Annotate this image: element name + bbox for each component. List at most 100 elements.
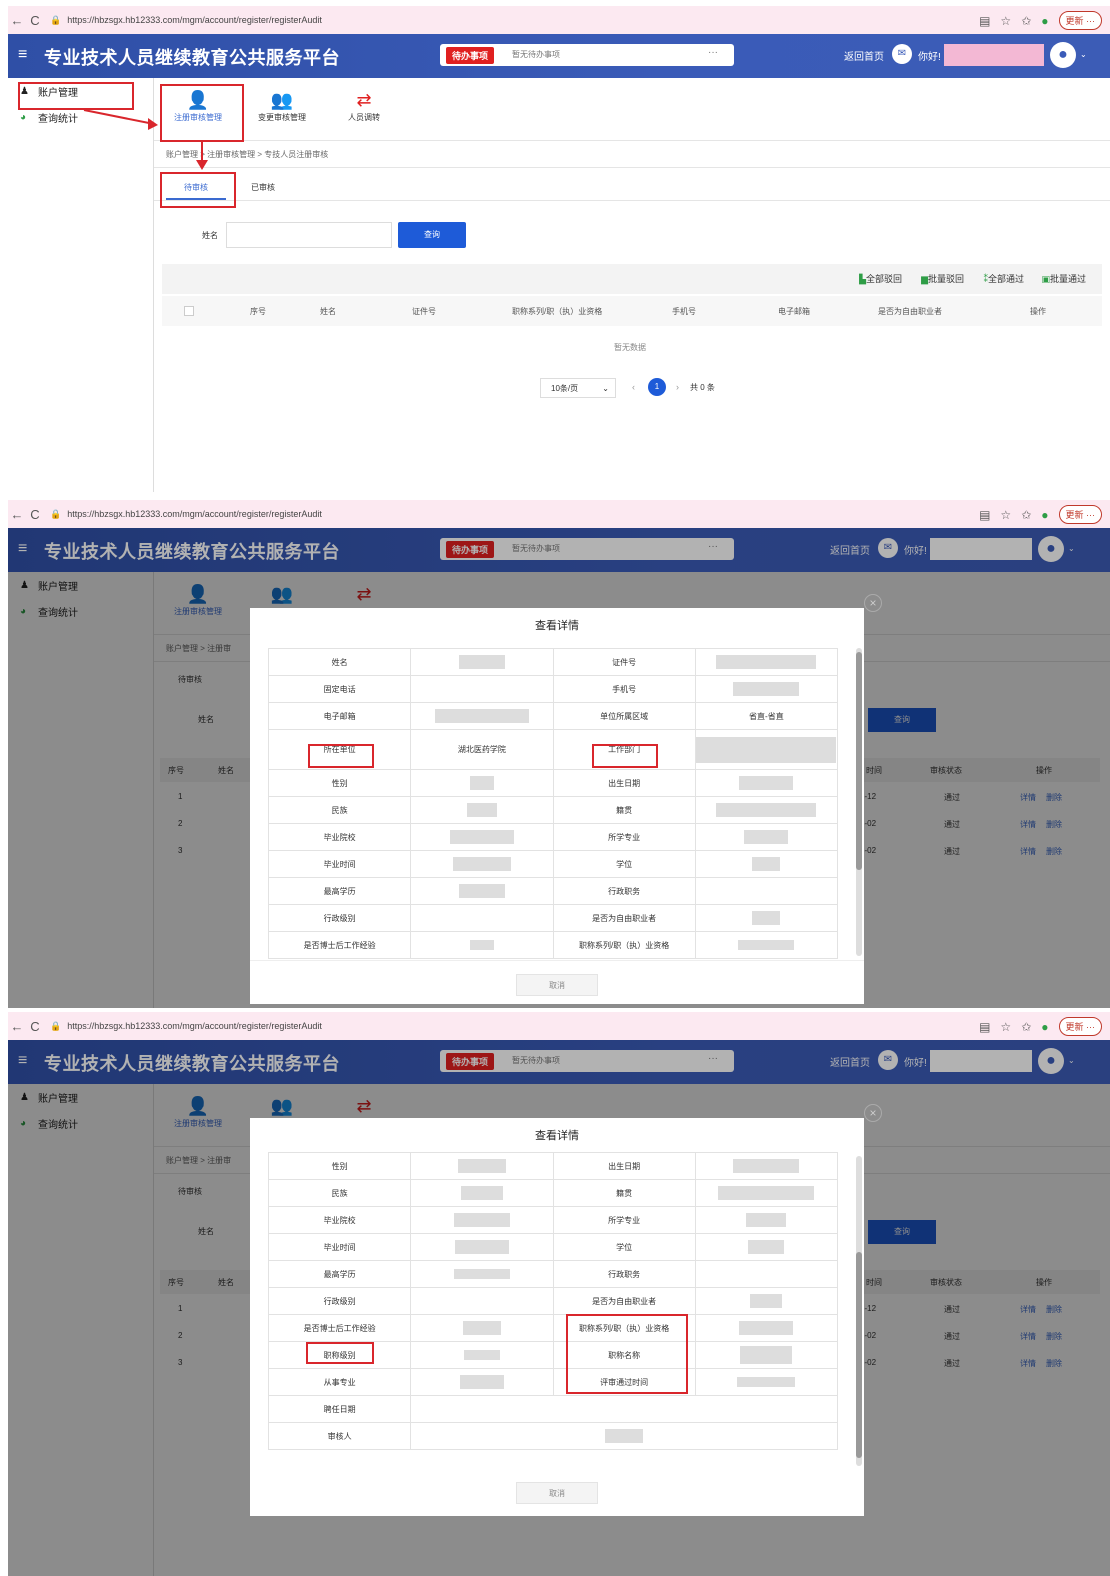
- breadcrumb: 账户管理 > 注册审核管理 > 专技人员注册审核: [154, 140, 1110, 168]
- todo-tag: 待办事项: [446, 1053, 495, 1070]
- table-row: 最高学历 行政职务: [267, 877, 839, 905]
- table-row: 毕业时间 学位: [267, 1233, 839, 1261]
- pass-all-button[interactable]: ⁑全部通过: [983, 272, 1024, 285]
- url-bar[interactable]: https://hbzsgx.hb12333.com/mgm/account/r…: [67, 1021, 322, 1031]
- reader-icon[interactable]: ▤: [979, 14, 990, 28]
- more-icon[interactable]: ···: [708, 541, 718, 552]
- table-row: 最高学历 行政职务: [267, 1260, 839, 1288]
- reload-icon[interactable]: C: [26, 1019, 44, 1034]
- todo-bar[interactable]: 待办事项 暂无待办事项 ···: [440, 44, 734, 66]
- star-icon[interactable]: ☆: [1000, 14, 1011, 28]
- username-redacted: [930, 538, 1032, 560]
- detail-table: 性别 出生日期 民族 籍贯 毕业院校 所学专业 毕业时间 学位 最高学历 行政职务 行政级…: [267, 1152, 839, 1450]
- chevron-down-icon[interactable]: ⌄: [1080, 50, 1087, 59]
- update-button[interactable]: 更新 ···: [1058, 1017, 1102, 1036]
- select-all-checkbox[interactable]: [184, 306, 194, 316]
- reject-batch-button[interactable]: ▆批量驳回: [921, 272, 964, 285]
- detail-table: 姓名 证件号 固定电话 手机号 电子邮箱 单位所属区域 省直-省直 所在单位 湖北医药学院…: [267, 648, 839, 959]
- table-row: 聘任日期: [267, 1395, 838, 1423]
- favorites-icon[interactable]: ✩: [1021, 1020, 1031, 1034]
- chevron-down-icon: ⌄: [602, 384, 609, 393]
- highlight-box: [592, 744, 658, 768]
- table-header: 序号 姓名 证件号 职称系列/职（执）业资格 手机号 电子邮箱 是否为自由职业者…: [162, 296, 1102, 326]
- back-icon[interactable]: ←: [8, 507, 26, 522]
- close-icon[interactable]: ×: [864, 594, 882, 612]
- menu-icon[interactable]: ≡: [18, 1052, 27, 1070]
- lock-icon: 🔒: [50, 508, 62, 519]
- avatar-icon[interactable]: ●: [1038, 536, 1064, 562]
- pass-batch-button[interactable]: ▣批量通过: [1041, 272, 1086, 285]
- col-seq: 序号: [250, 307, 266, 316]
- action-bar: ▙全部驳回 ▆批量驳回 ⁑全部通过 ▣批量通过: [162, 264, 1102, 294]
- menu-icon[interactable]: ≡: [18, 540, 27, 558]
- page-size-select[interactable]: 10条/页 ⌄: [540, 378, 616, 398]
- page-1[interactable]: 1: [648, 378, 666, 396]
- star-icon[interactable]: ☆: [1000, 508, 1011, 522]
- update-button[interactable]: 更新 ···: [1058, 505, 1102, 524]
- home-link[interactable]: 返回首页: [844, 48, 884, 63]
- profile-icon[interactable]: ●: [1041, 1020, 1048, 1034]
- home-link[interactable]: 返回首页: [830, 1054, 870, 1069]
- lock-icon: 🔒: [50, 1020, 62, 1031]
- star-icon[interactable]: ☆: [1000, 1020, 1011, 1034]
- search-input[interactable]: [226, 222, 392, 248]
- table-row: 民族 籍贯: [267, 1179, 839, 1207]
- detail-dialog: 查看详情 性别 出生日期 民族 籍贯 毕业院校 所学专业 毕业时间 学位 最高学历 行政职…: [250, 1118, 864, 1516]
- total-count: 共 0 条: [690, 383, 715, 392]
- avatar-icon[interactable]: ●: [1038, 1048, 1064, 1074]
- close-icon[interactable]: ×: [864, 1104, 882, 1122]
- chevron-down-icon[interactable]: ⌄: [1068, 544, 1075, 553]
- hello-text: 你好!: [904, 546, 927, 557]
- more-icon[interactable]: ···: [708, 1053, 718, 1064]
- detail-dialog: 查看详情 姓名 证件号 固定电话 手机号 电子邮箱 单位所属区域 省直-省直 所在单位湖…: [250, 608, 864, 1004]
- table-row: 是否博士后工作经验 职称系列/职（执）业资格: [267, 931, 839, 959]
- tab-transfer[interactable]: ⇄ 人员调转: [324, 88, 404, 123]
- col-email: 电子邮箱: [778, 307, 810, 316]
- avatar-icon[interactable]: ●: [1050, 42, 1076, 68]
- message-icon[interactable]: ✉: [878, 1050, 898, 1070]
- doc-icon: ▙: [859, 274, 866, 284]
- dialog-scrollbar[interactable]: [856, 1156, 862, 1466]
- table-row: 电子邮箱 单位所属区域 省直-省直: [267, 702, 839, 730]
- back-icon[interactable]: ←: [8, 1019, 26, 1034]
- cancel-button[interactable]: 取消: [516, 1482, 598, 1504]
- todo-bar[interactable]: 待办事项 暂无待办事项 ···: [440, 538, 734, 560]
- cancel-button[interactable]: 取消: [516, 974, 598, 996]
- dialog-title: 查看详情: [535, 620, 579, 632]
- prev-icon[interactable]: ‹: [632, 382, 635, 392]
- home-link[interactable]: 返回首页: [830, 542, 870, 557]
- next-icon[interactable]: ›: [676, 382, 679, 392]
- table-row: 从事专业 评审通过时间: [267, 1368, 839, 1396]
- platform-title: 专业技术人员继续教育公共服务平台: [44, 542, 340, 562]
- hello-text: 你好!: [918, 52, 941, 63]
- profile-icon[interactable]: ●: [1041, 508, 1048, 522]
- message-icon[interactable]: ✉: [878, 538, 898, 558]
- table-row: 姓名 证件号: [267, 648, 839, 676]
- more-icon[interactable]: ···: [708, 47, 718, 58]
- table-row: 行政级别 是否为自由职业者: [267, 1287, 839, 1315]
- search-button[interactable]: 查询: [398, 222, 466, 248]
- favorites-icon[interactable]: ✩: [1021, 14, 1031, 28]
- chevron-down-icon[interactable]: ⌄: [1068, 1056, 1075, 1065]
- table-row: 性别 出生日期: [267, 1152, 839, 1180]
- username-redacted: [944, 44, 1044, 66]
- reload-icon[interactable]: C: [26, 507, 44, 522]
- url-bar[interactable]: https://hbzsgx.hb12333.com/mgm/account/r…: [67, 509, 322, 519]
- table-row: 审核人: [267, 1422, 838, 1450]
- screenshot-frame-1: ← C 🔒 https://hbzsgx.hb12333.com/mgm/acc…: [8, 6, 1110, 492]
- todo-bar[interactable]: 待办事项 暂无待办事项 ···: [440, 1050, 734, 1072]
- highlight-box: [306, 1342, 374, 1364]
- dialog-scrollbar[interactable]: [856, 648, 862, 956]
- reject-all-button[interactable]: ▙全部驳回: [859, 272, 902, 285]
- doc-icon: ▆: [921, 274, 928, 284]
- todo-text: 暂无待办事项: [512, 1056, 560, 1065]
- update-button[interactable]: 更新 ···: [1058, 11, 1102, 30]
- reader-icon[interactable]: ▤: [979, 1020, 990, 1034]
- profile-icon[interactable]: ●: [1041, 14, 1048, 28]
- highlight-box: [566, 1314, 688, 1394]
- message-icon[interactable]: ✉: [892, 44, 912, 64]
- favorites-icon[interactable]: ✩: [1021, 508, 1031, 522]
- reader-icon[interactable]: ▤: [979, 508, 990, 522]
- todo-text: 暂无待办事项: [512, 50, 560, 59]
- screenshot-frame-3: ← C 🔒 https://hbzsgx.hb12333.com/mgm/acc…: [8, 1012, 1110, 1576]
